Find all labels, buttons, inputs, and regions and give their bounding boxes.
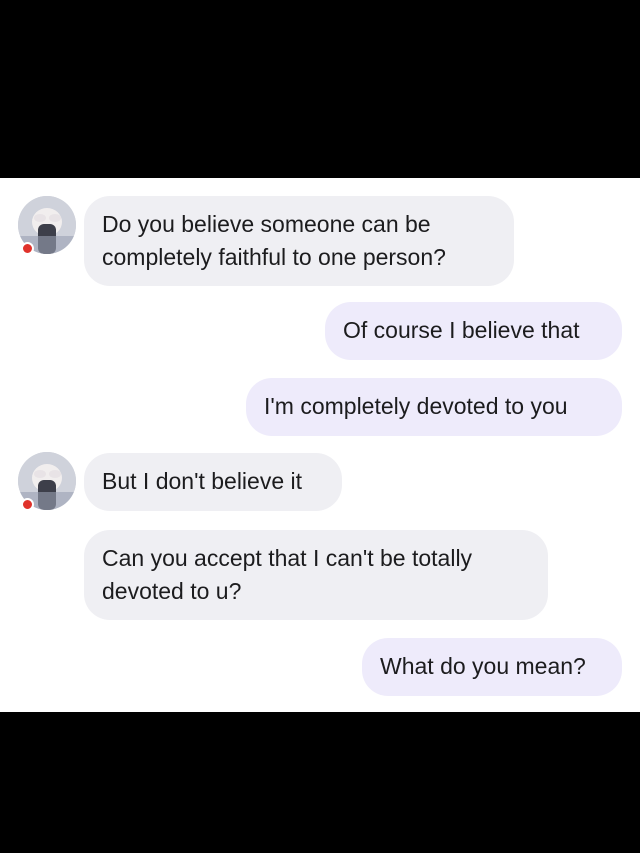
message-bubble-incoming[interactable]: Do you believe someone can be completely… [84,196,514,286]
letterbox-bottom [0,712,640,853]
message-bubble-outgoing[interactable]: What do you mean? [362,638,622,696]
message-text: What do you mean? [380,653,586,679]
message-text: But I don't believe it [102,468,303,494]
status-dot [21,498,34,511]
message-bubble-incoming[interactable]: Can you accept that I can't be totally d… [84,530,548,620]
message-text: Of course I believe that [343,317,580,343]
status-dot [21,242,34,255]
message-text: devoted to u? [102,578,242,604]
chat-thread[interactable]: Do you believe someone can be completely… [0,178,640,712]
letterbox-top [0,0,640,178]
message-text: I'm completely devoted to you [264,393,568,419]
message-text: Do you believe someone can be [102,211,431,237]
message-text: completely faithful to one person? [102,244,446,270]
message-bubble-outgoing[interactable]: Of course I believe that [325,302,622,360]
message-text: Can you accept that I can't be totally [102,545,473,571]
message-bubble-incoming[interactable]: But I don't believe it [84,453,342,511]
message-bubble-outgoing[interactable]: I'm completely devoted to you [246,378,622,436]
